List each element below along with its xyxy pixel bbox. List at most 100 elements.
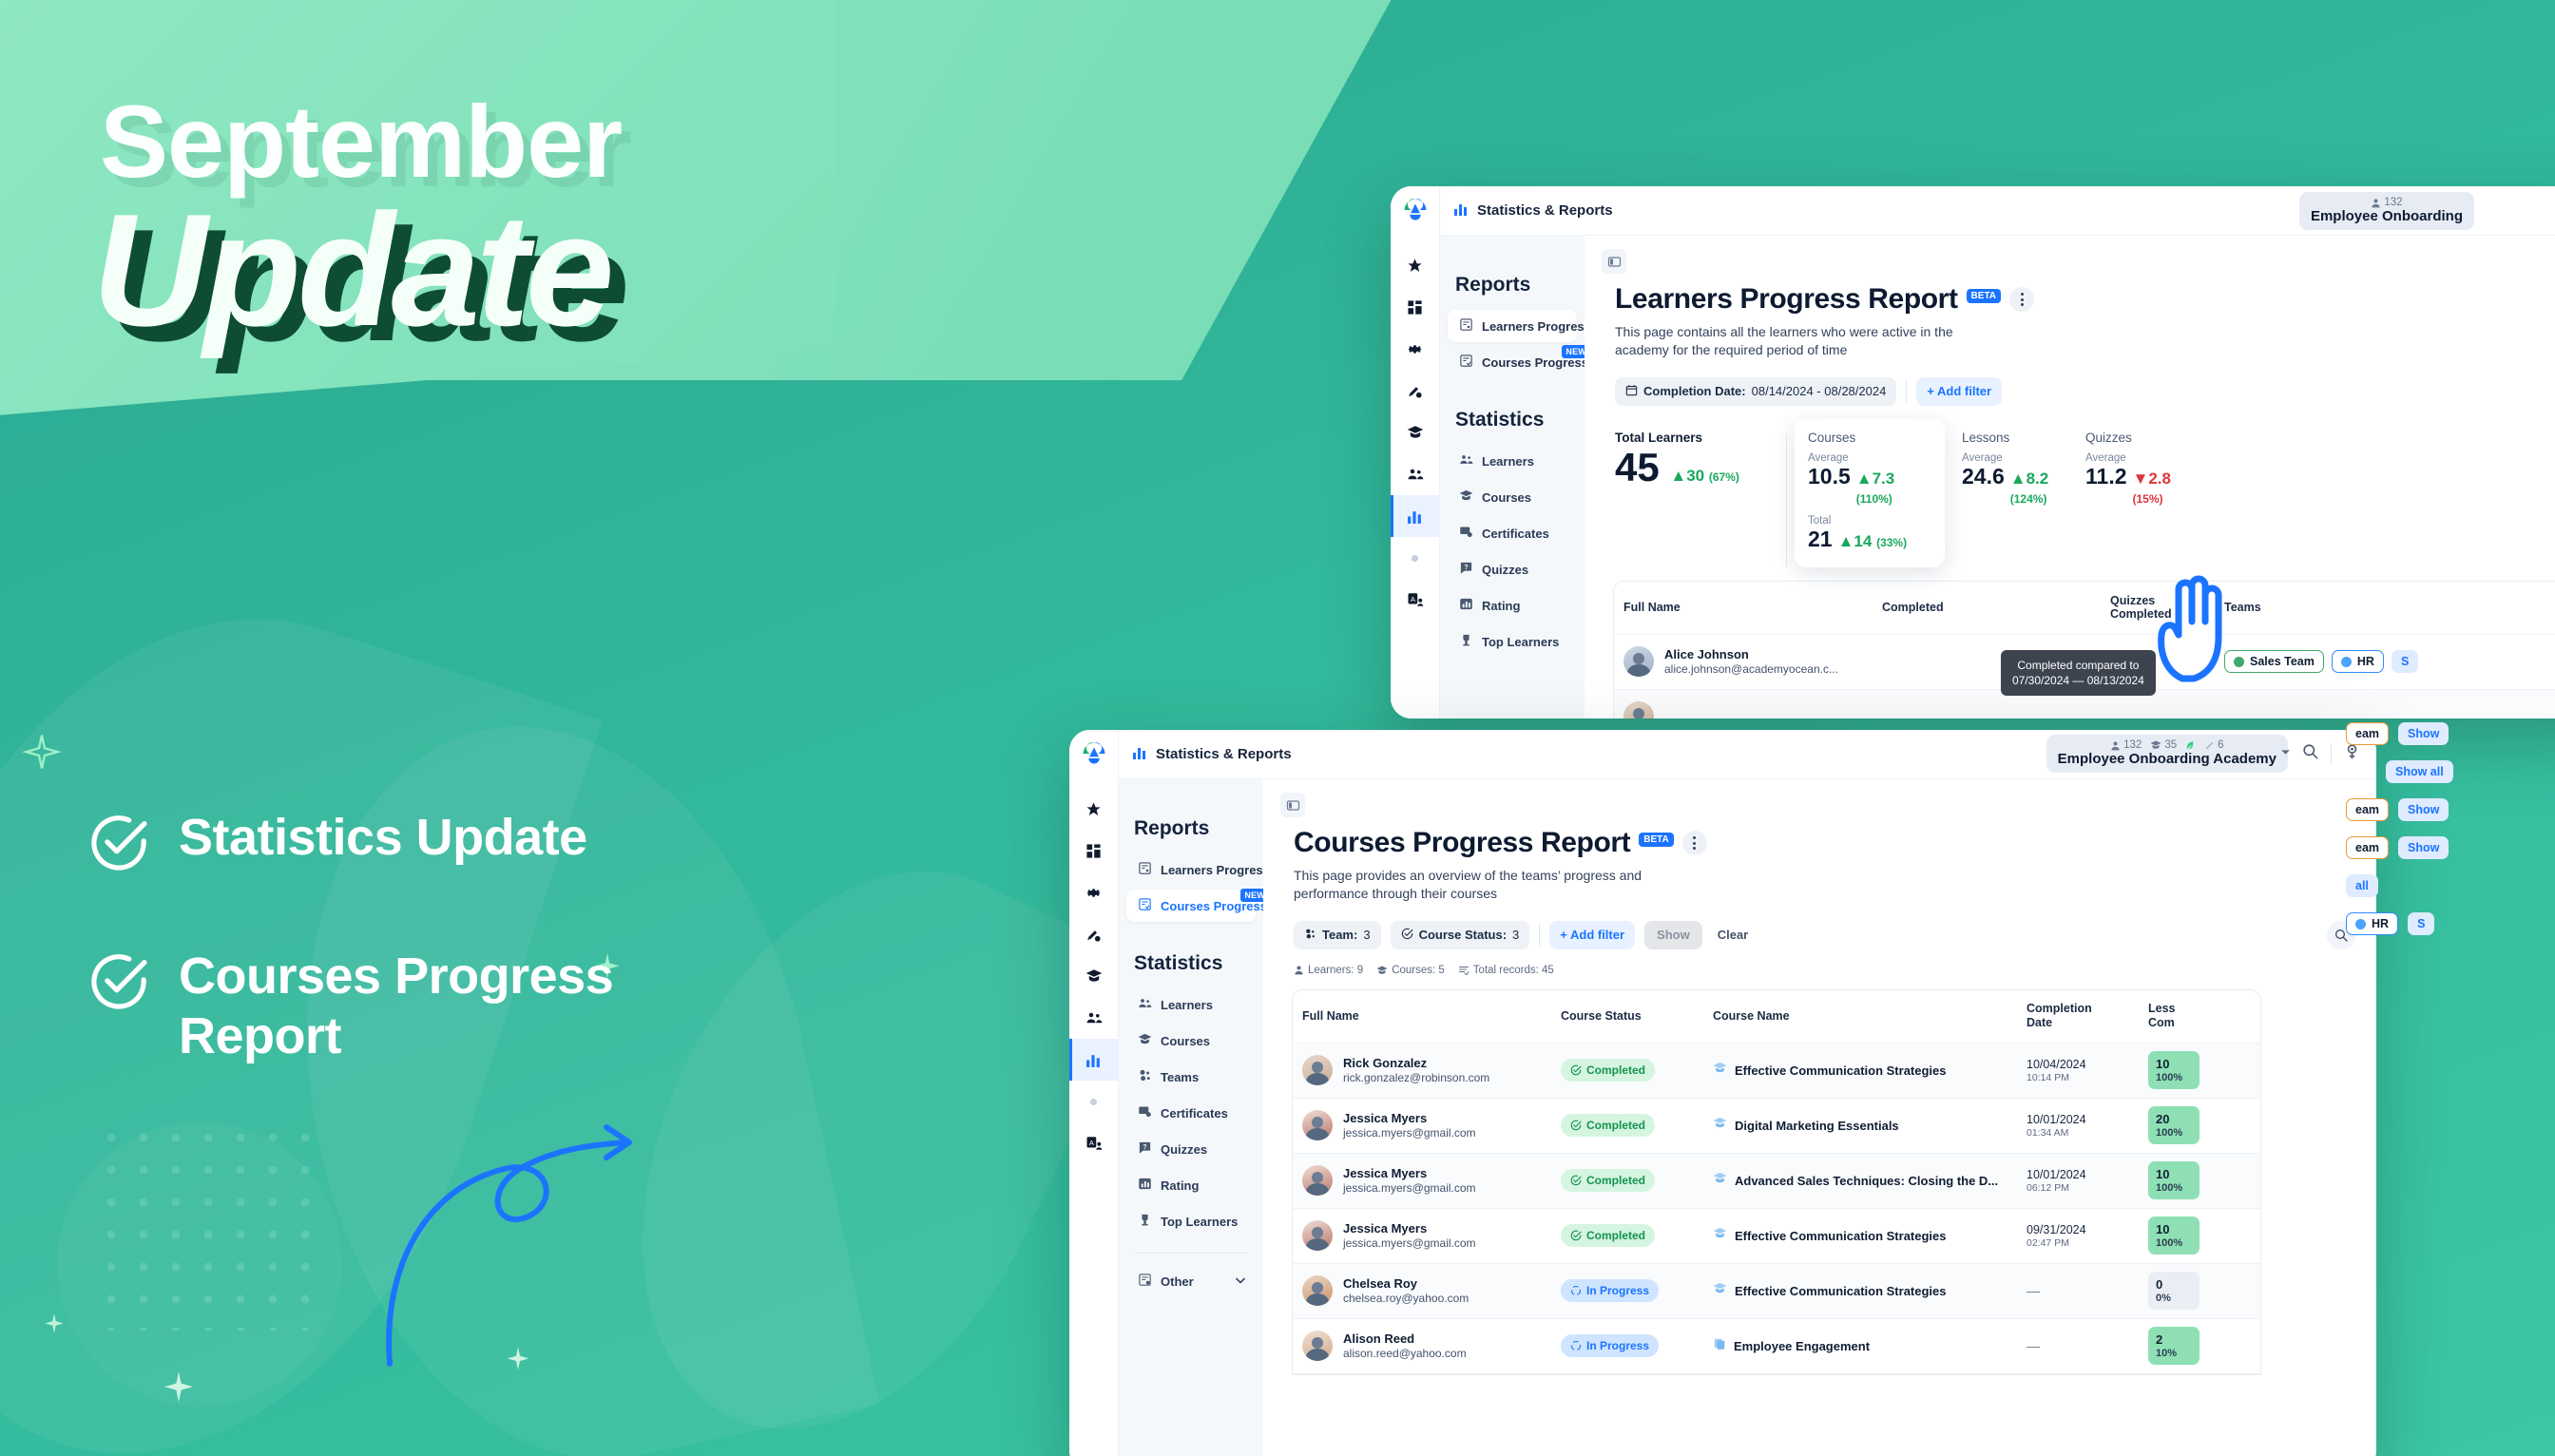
bar-chart-icon [1132,745,1147,764]
translate-icon[interactable]: A [1391,579,1440,621]
show-button[interactable]: Show [2398,836,2449,859]
table-row[interactable]: Jessica Myers jessica.myers@gmail.com Co… [1293,1153,2260,1209]
chevron-down-icon[interactable] [2279,746,2292,763]
completion-date: 09/31/2024 [2027,1222,2086,1236]
sidebar-item-top-learners[interactable]: Top Learners [1126,1205,1256,1237]
sidebar-item-rating[interactable]: Rating [1126,1169,1256,1201]
lessons-completed-box: 10 100% [2148,1051,2200,1090]
sidebar-item-courses[interactable]: Courses [1448,481,1577,513]
more-options-icon[interactable] [2009,287,2035,312]
panel-collapse-icon[interactable] [1602,249,1626,274]
show-all-button-2[interactable]: all [2346,874,2378,897]
course-name: Effective Communication Strategies [1735,1063,1947,1078]
sidebar-item-quizzes[interactable]: ? Quizzes [1126,1133,1256,1165]
team-badge[interactable]: eam [2346,798,2390,821]
learner-name: Chelsea Roy [1343,1276,1418,1292]
kpi-delta-value: 30 [1686,466,1705,485]
window1-right-actions: eam Show Show all eam Show eam Show all … [2346,722,2555,935]
kpi-avg-value: 11.2 [2085,463,2127,489]
show-filter-button[interactable]: Show [1644,920,1702,949]
chevron-down-icon[interactable] [1235,1274,1246,1289]
graduation-cap-icon[interactable] [1069,955,1119,997]
sidebar-item-learners-progress[interactable]: Learners Progress [1126,853,1270,886]
people-icon[interactable] [1069,997,1119,1039]
window1-filter-row: Completion Date: 08/14/2024 - 08/28/2024… [1585,360,2555,406]
tooltip-line-1: Completed compared to [2017,659,2140,672]
filter-completion-date[interactable]: Completion Date: 08/14/2024 - 08/28/2024 [1615,376,1897,406]
table-row[interactable]: Jessica Myers jessica.myers@gmail.com Co… [1293,1209,2260,1264]
show-button[interactable]: Show [2398,722,2449,745]
sidebar-item-label: Courses [1482,489,1532,505]
sidebar-item-courses-progress[interactable]: Courses Progress NEW [1448,345,1590,378]
sidebar-item-certificates[interactable]: Certificates [1448,517,1577,549]
academy-chip[interactable]: 132 35 6 Employee Onboarding Academy [2046,735,2290,773]
table-row[interactable]: Jessica Myers jessica.myers@gmail.com Co… [1293,1099,2260,1154]
graduation-cap-icon: 35 [2150,739,2177,751]
sidebar-item-learners[interactable]: Learners [1448,445,1577,477]
team-badge[interactable]: eam [2346,722,2390,745]
sidebar-item-learners[interactable]: Learners [1126,988,1256,1021]
dashboard-icon[interactable] [1391,286,1440,328]
translate-icon[interactable]: A [1069,1122,1119,1164]
app-logo[interactable] [1082,741,1106,771]
clear-filter-button[interactable]: Clear [1712,928,1755,942]
graduation-cap-icon[interactable] [1391,412,1440,453]
filter-course-status[interactable]: Course Status: 3 [1390,920,1530,949]
app-logo[interactable] [1403,198,1428,227]
gear-icon[interactable] [1069,872,1119,913]
table-row[interactable]: Rick Gonzalez rick.gonzalez@robinson.com… [1293,1043,2260,1099]
panel-collapse-icon[interactable] [1280,793,1305,817]
column-full-name: Full Name [1302,1009,1359,1024]
check-circle-icon [87,812,150,874]
add-filter-button[interactable]: + Add filter [1916,376,2003,406]
dashboard-icon[interactable] [1069,830,1119,872]
team-badge-overflow[interactable]: S [2391,650,2419,674]
team-badge[interactable]: HR [2346,912,2399,935]
show-all-button[interactable]: Show all [2386,760,2453,783]
sidebar-item-courses-progress[interactable]: Courses Progress NEW [1126,889,1269,922]
add-filter-button[interactable]: + Add filter [1549,920,1636,949]
sidebar-item-rating[interactable]: Rating [1448,589,1577,622]
dot-icon[interactable] [1391,537,1440,579]
window1-academy-selector[interactable]: 132 Employee Onboarding [2298,192,2474,230]
sidebar-item-other[interactable]: Other [1126,1265,1256,1297]
filter-team[interactable]: Team: 3 [1294,920,1381,949]
star-icon[interactable] [1069,788,1119,830]
team-badge[interactable]: HR [2331,650,2384,674]
sidebar-item-quizzes[interactable]: ? Quizzes [1448,553,1577,585]
bar-chart-icon[interactable] [1069,1039,1119,1081]
kpi-delta-pct: (67%) [1708,469,1739,484]
table-row[interactable]: Chelsea Roy chelsea.roy@yahoo.com In Pro… [1293,1263,2260,1319]
show-button[interactable]: Show [2398,798,2449,821]
tooltip-completed-compared: Completed compared to 07/30/2024 — 08/13… [2001,650,2156,697]
divider [1539,923,1541,947]
people-icon[interactable] [1391,453,1440,495]
brush-settings-icon[interactable] [1069,913,1119,955]
sidebar-item-learners-progress[interactable]: Learners Progress [1448,310,1591,342]
bar-chart-icon[interactable] [1391,495,1440,537]
academy-learner-count: 132 [2123,739,2142,751]
window-courses-progress-report[interactable]: Statistics & Reports 132 35 6 Employee O… [1069,730,2376,1456]
more-options-icon[interactable] [1681,831,1707,855]
filter-label: Course Status: [1418,928,1508,943]
team-badge[interactable]: eam [2346,836,2390,859]
search-icon[interactable] [2301,742,2319,765]
curved-arrow-icon [371,1055,646,1373]
sidebar-item-certificates[interactable]: Certificates [1126,1097,1256,1129]
lessons-completed-box: 10 100% [2148,1161,2200,1200]
certificate-icon [1459,525,1473,542]
sidebar-item-top-learners[interactable]: Top Learners [1448,625,1577,658]
window-learners-progress-report[interactable]: Statistics & Reports 132 Employee Onboar… [1391,186,2555,718]
sidebar-item-courses[interactable]: Courses [1126,1025,1256,1057]
brush-settings-icon[interactable] [1391,370,1440,412]
gear-icon[interactable] [1391,328,1440,370]
table-row[interactable]: Alison Reed alison.reed@yahoo.com In Pro… [1293,1319,2260,1374]
team-badge[interactable]: Sales Team [2224,650,2324,674]
academy-chip[interactable]: 132 Employee Onboarding [2298,192,2474,230]
academy-course-count: 35 [2164,739,2178,751]
sidebar-item-teams[interactable]: Teams [1126,1061,1256,1093]
star-icon[interactable] [1391,244,1440,286]
sidebar-item-label: Other [1161,1274,1194,1289]
show-button[interactable]: S [2408,912,2435,935]
dot-icon[interactable] [1069,1081,1119,1122]
